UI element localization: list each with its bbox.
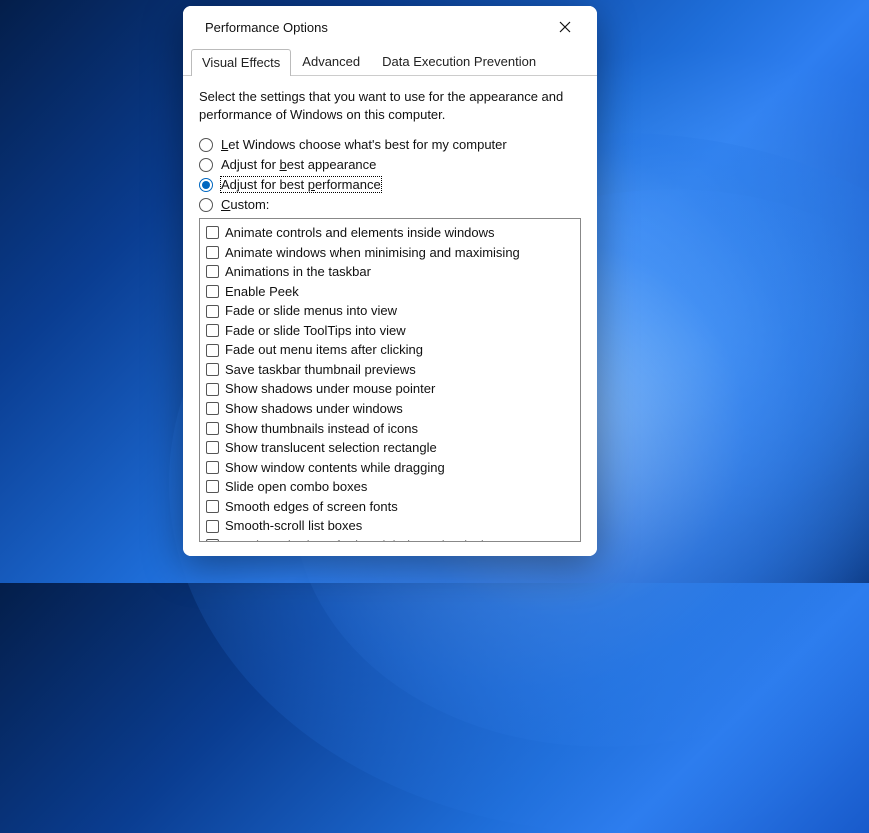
radio-indicator [199, 158, 213, 172]
checkbox[interactable] [206, 520, 219, 533]
checkbox[interactable] [206, 285, 219, 298]
checkbox[interactable] [206, 226, 219, 239]
preset-radio-group: Let Windows choose what's best for my co… [199, 137, 581, 212]
radio-label: Custom: [221, 197, 269, 212]
list-item[interactable]: Smooth edges of screen fonts [204, 497, 576, 517]
tabstrip: Visual Effects Advanced Data Execution P… [183, 48, 597, 76]
checkbox[interactable] [206, 246, 219, 259]
list-item[interactable]: Show shadows under mouse pointer [204, 379, 576, 399]
tab-label: Advanced [302, 54, 360, 69]
checkbox-label: Save taskbar thumbnail previews [225, 361, 416, 379]
checkbox-label: Fade or slide menus into view [225, 302, 397, 320]
checkbox[interactable] [206, 480, 219, 493]
list-item[interactable]: Slide open combo boxes [204, 477, 576, 497]
radio-option[interactable]: Adjust for best appearance [199, 157, 581, 172]
checkbox-label: Slide open combo boxes [225, 478, 367, 496]
checkbox-label: Animate controls and elements inside win… [225, 224, 495, 242]
checkbox[interactable] [206, 461, 219, 474]
list-item[interactable]: Use drop shadows for icon labels on the … [204, 536, 576, 542]
list-item[interactable]: Show window contents while dragging [204, 458, 576, 478]
visual-effects-listbox[interactable]: Animate controls and elements inside win… [199, 218, 581, 542]
radio-label: Adjust for best performance [221, 177, 381, 192]
list-item[interactable]: Save taskbar thumbnail previews [204, 360, 576, 380]
list-item[interactable]: Show translucent selection rectangle [204, 438, 576, 458]
checkbox-label: Show window contents while dragging [225, 459, 445, 477]
performance-options-dialog: Performance Options Visual Effects Advan… [183, 6, 597, 556]
checkbox-label: Fade or slide ToolTips into view [225, 322, 406, 340]
tab-advanced[interactable]: Advanced [291, 48, 371, 75]
checkbox[interactable] [206, 383, 219, 396]
checkbox-label: Enable Peek [225, 283, 299, 301]
checkbox-label: Fade out menu items after clicking [225, 341, 423, 359]
titlebar: Performance Options [183, 6, 597, 48]
list-item[interactable]: Fade out menu items after clicking [204, 340, 576, 360]
tab-visual-effects[interactable]: Visual Effects [191, 49, 291, 76]
radio-option[interactable]: Let Windows choose what's best for my co… [199, 137, 581, 152]
checkbox[interactable] [206, 363, 219, 376]
radio-indicator [199, 138, 213, 152]
list-item[interactable]: Animate controls and elements inside win… [204, 223, 576, 243]
checkbox-label: Show shadows under mouse pointer [225, 380, 435, 398]
list-item[interactable]: Show shadows under windows [204, 399, 576, 419]
checkbox[interactable] [206, 402, 219, 415]
tab-label: Data Execution Prevention [382, 54, 536, 69]
list-item[interactable]: Animations in the taskbar [204, 262, 576, 282]
checkbox[interactable] [206, 539, 219, 542]
checkbox-label: Smooth edges of screen fonts [225, 498, 398, 516]
radio-label: Adjust for best appearance [221, 157, 376, 172]
checkbox-label: Show translucent selection rectangle [225, 439, 437, 457]
checkbox-label: Animate windows when minimising and maxi… [225, 244, 520, 262]
list-item[interactable]: Show thumbnails instead of icons [204, 419, 576, 439]
radio-option[interactable]: Custom: [199, 197, 581, 212]
radio-indicator [199, 178, 213, 192]
checkbox-label: Use drop shadows for icon labels on the … [225, 537, 505, 542]
radio-label: Let Windows choose what's best for my co… [221, 137, 507, 152]
checkbox-label: Smooth-scroll list boxes [225, 517, 362, 535]
close-button[interactable] [543, 12, 587, 42]
checkbox-label: Animations in the taskbar [225, 263, 371, 281]
list-item[interactable]: Fade or slide ToolTips into view [204, 321, 576, 341]
dialog-title: Performance Options [205, 20, 328, 35]
list-item[interactable]: Animate windows when minimising and maxi… [204, 243, 576, 263]
intro-text: Select the settings that you want to use… [199, 88, 581, 123]
radio-option[interactable]: Adjust for best performance [199, 177, 581, 192]
tab-data-execution-prevention[interactable]: Data Execution Prevention [371, 48, 547, 75]
tab-label: Visual Effects [202, 55, 280, 70]
checkbox[interactable] [206, 324, 219, 337]
checkbox-label: Show thumbnails instead of icons [225, 420, 418, 438]
checkbox[interactable] [206, 441, 219, 454]
list-item[interactable]: Fade or slide menus into view [204, 301, 576, 321]
checkbox[interactable] [206, 265, 219, 278]
checkbox[interactable] [206, 422, 219, 435]
checkbox[interactable] [206, 305, 219, 318]
list-item[interactable]: Smooth-scroll list boxes [204, 516, 576, 536]
tab-content: Select the settings that you want to use… [183, 76, 597, 556]
radio-indicator [199, 198, 213, 212]
checkbox[interactable] [206, 344, 219, 357]
checkbox-label: Show shadows under windows [225, 400, 403, 418]
list-item[interactable]: Enable Peek [204, 282, 576, 302]
close-icon [559, 21, 571, 33]
checkbox[interactable] [206, 500, 219, 513]
